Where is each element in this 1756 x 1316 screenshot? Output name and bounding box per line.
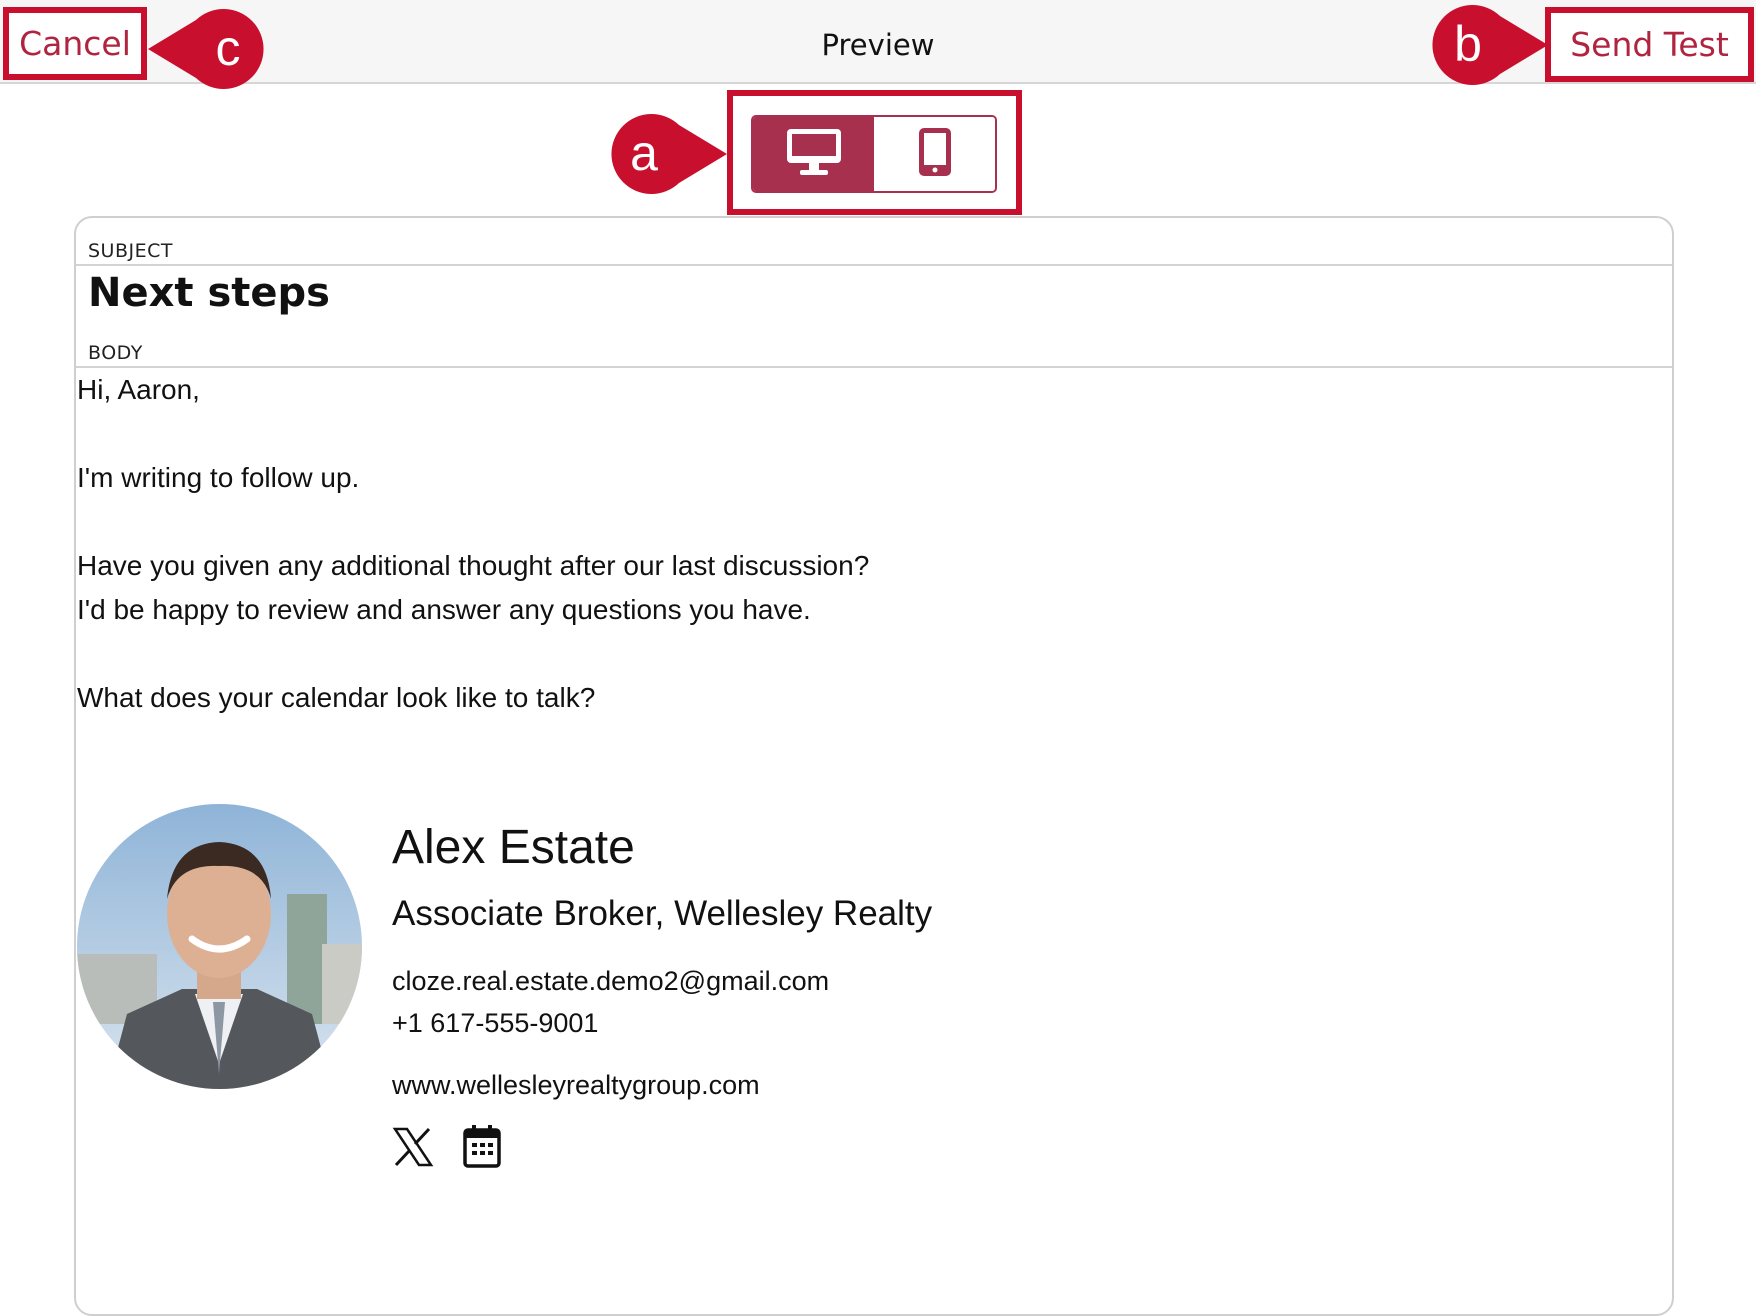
mobile-view-button[interactable] — [874, 117, 995, 191]
view-toggle — [751, 115, 997, 193]
signature-phone: +1 617-555-9001 — [392, 1008, 599, 1038]
desktop-icon — [786, 128, 842, 181]
body-line: Have you given any additional thought af… — [77, 550, 870, 581]
body-label: BODY — [88, 342, 143, 364]
signature-website[interactable]: www.wellesleyrealtygroup.com — [392, 1070, 760, 1101]
callout-c: c — [148, 8, 274, 90]
signature-name: Alex Estate — [392, 821, 635, 874]
email-preview-card: SUBJECT Next steps BODY Hi, Aaron, I'm w… — [74, 216, 1674, 1316]
body-line: I'd be happy to review and answer any qu… — [77, 594, 811, 625]
callout-a: a — [600, 113, 727, 195]
send-test-label: Send Test — [1570, 25, 1729, 64]
view-toggle-highlight — [727, 90, 1022, 215]
x-icon[interactable] — [392, 1126, 434, 1173]
body-divider — [76, 366, 1672, 368]
desktop-view-button[interactable] — [753, 117, 874, 191]
callout-c-letter: c — [215, 20, 241, 76]
callout-b: b — [1424, 4, 1548, 86]
mobile-icon — [918, 127, 952, 182]
signature-role: Associate Broker, Wellesley Realty — [392, 894, 933, 933]
body-line: Hi, Aaron, — [77, 374, 200, 405]
subject-label: SUBJECT — [88, 240, 173, 262]
signature-email[interactable]: cloze.real.estate.demo2@gmail.com — [392, 966, 829, 997]
cancel-button[interactable]: Cancel — [3, 7, 147, 80]
body-line: I'm writing to follow up. — [77, 462, 360, 493]
send-test-button[interactable]: Send Test — [1545, 7, 1754, 82]
subject-text: Next steps — [88, 270, 330, 316]
callout-b-letter: b — [1454, 16, 1482, 72]
avatar — [77, 804, 362, 1089]
body-line: What does your calendar look like to tal… — [77, 682, 596, 713]
cancel-label: Cancel — [19, 24, 131, 63]
calendar-icon[interactable] — [463, 1124, 501, 1173]
subject-divider — [76, 264, 1672, 266]
callout-a-letter: a — [630, 125, 658, 181]
